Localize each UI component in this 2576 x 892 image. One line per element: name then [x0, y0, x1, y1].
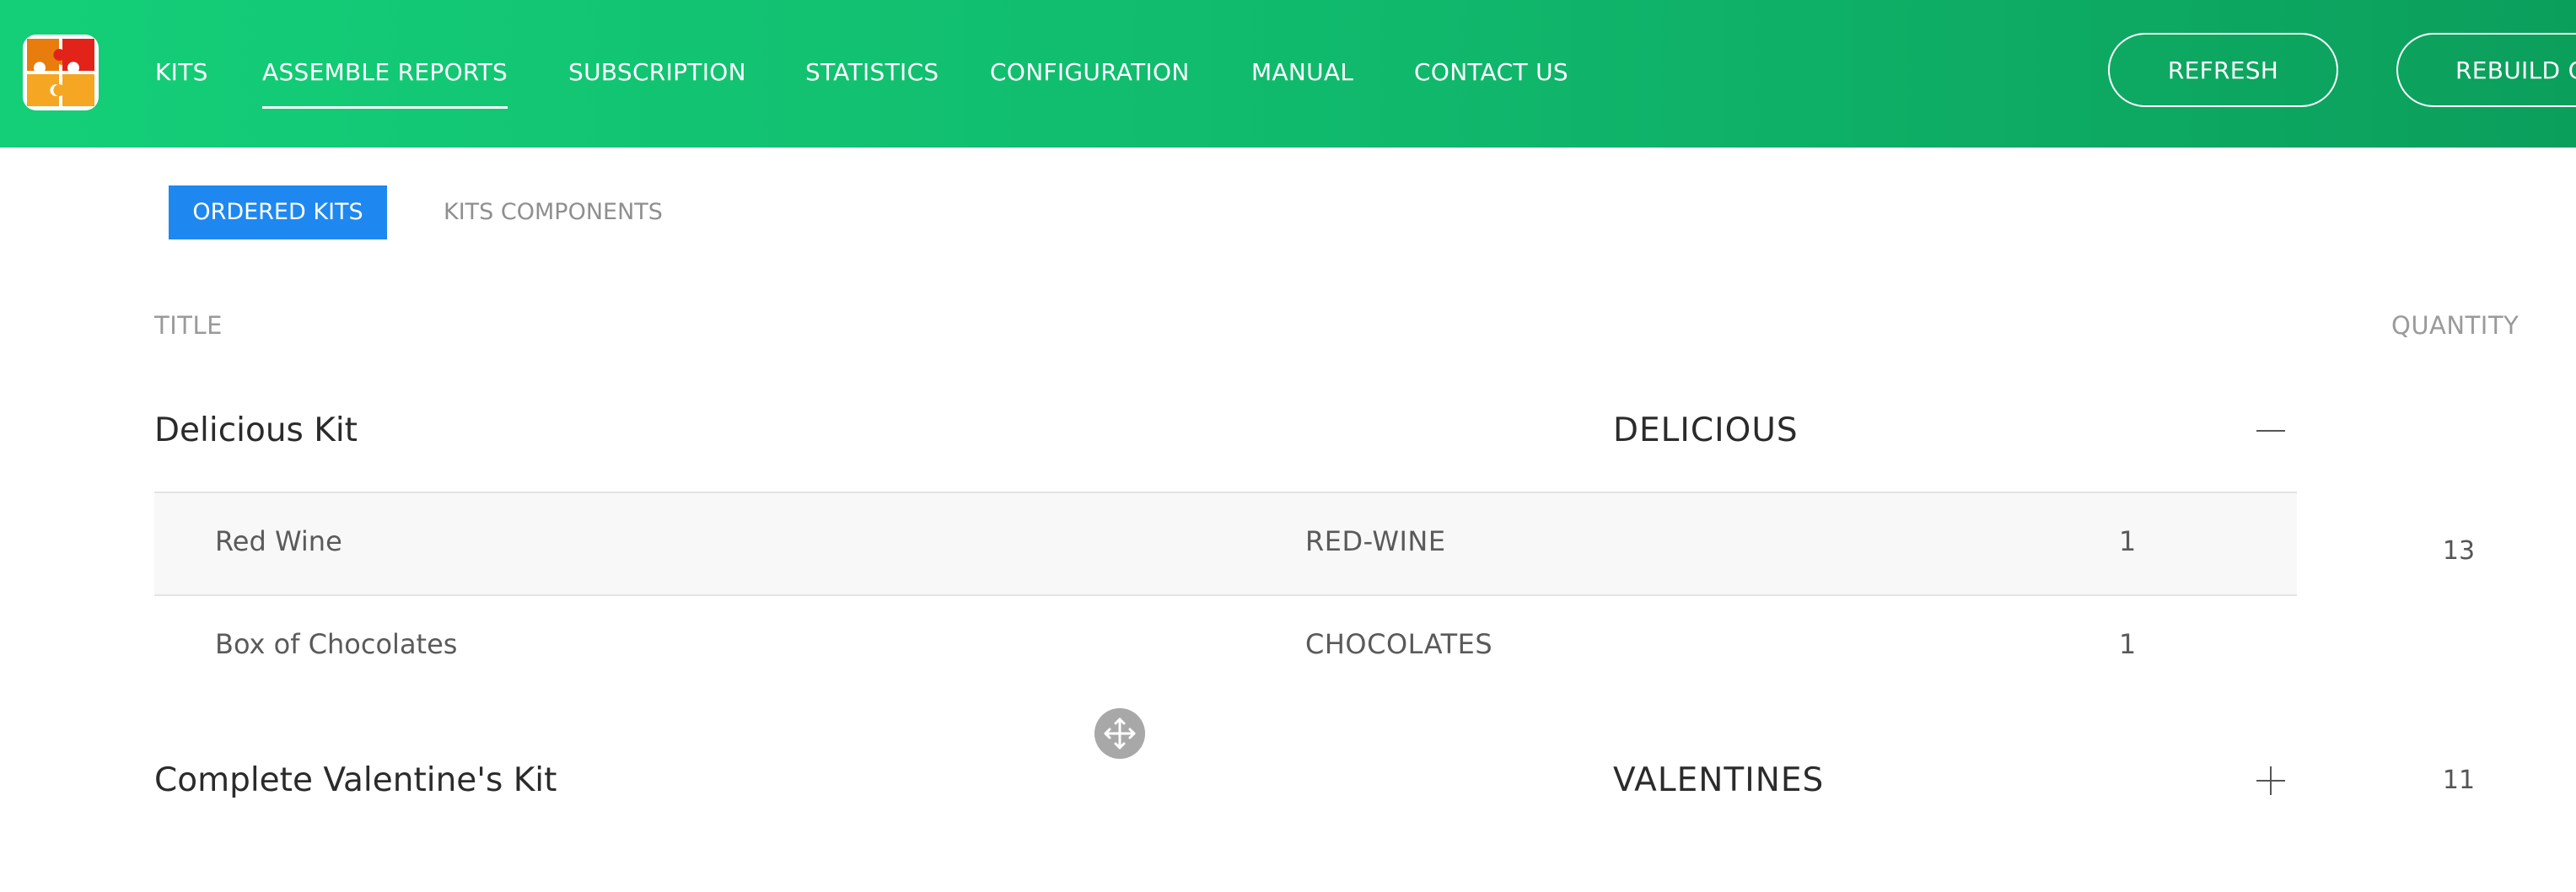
- column-header-quantity[interactable]: QUANTITY: [2391, 309, 2519, 342]
- component-title: Box of Chocolates: [215, 628, 458, 660]
- move-arrows-icon[interactable]: [1094, 708, 1145, 759]
- minus-icon[interactable]: [2256, 416, 2285, 445]
- refresh-button[interactable]: REFRESH: [2108, 33, 2338, 107]
- nav-item-assemble-reports[interactable]: ASSEMBLE REPORTS: [262, 56, 508, 109]
- kit-quantity: 13: [2442, 536, 2476, 566]
- nav-item-contact-us[interactable]: CONTACT US: [1414, 56, 1568, 89]
- kit-quantity: 11: [2442, 766, 2476, 795]
- nav-item-manual[interactable]: MANUAL: [1251, 56, 1353, 89]
- component-qty: 1: [2118, 525, 2137, 557]
- kit-sku: VALENTINES: [1613, 761, 1825, 799]
- kit-sku: DELICIOUS: [1613, 411, 1799, 449]
- header-inner: KITS ASSEMBLE REPORTS SUBSCRIPTION STATI…: [0, 0, 2576, 148]
- component-qty: 1: [2118, 628, 2137, 660]
- kit-title: Complete Valentine's Kit: [154, 761, 557, 799]
- component-sku: CHOCOLATES: [1305, 628, 1493, 660]
- component-sku: RED-WINE: [1305, 525, 1446, 557]
- tab-kits-components[interactable]: KITS COMPONENTS: [444, 185, 663, 239]
- nav-item-subscription[interactable]: SUBSCRIPTION: [568, 56, 746, 89]
- component-row: Red Wine RED-WINE 1: [154, 493, 2297, 594]
- column-header-title[interactable]: TITLE: [154, 309, 223, 342]
- tab-ordered-kits[interactable]: ORDERED KITS: [169, 185, 387, 239]
- rebuild-button[interactable]: REBUILD C: [2396, 33, 2576, 107]
- plus-icon[interactable]: [2256, 766, 2285, 795]
- kit-title: Delicious Kit: [154, 411, 358, 449]
- component-title: Red Wine: [215, 525, 342, 557]
- top-header: KITS ASSEMBLE REPORTS SUBSCRIPTION STATI…: [0, 0, 2576, 148]
- puzzle-logo[interactable]: [22, 34, 99, 111]
- nav-item-statistics[interactable]: STATISTICS: [805, 56, 939, 89]
- component-row: Box of Chocolates CHOCOLATES 1: [154, 596, 2297, 697]
- nav-item-kits[interactable]: KITS: [155, 56, 208, 89]
- nav-item-configuration[interactable]: CONFIGURATION: [990, 56, 1190, 89]
